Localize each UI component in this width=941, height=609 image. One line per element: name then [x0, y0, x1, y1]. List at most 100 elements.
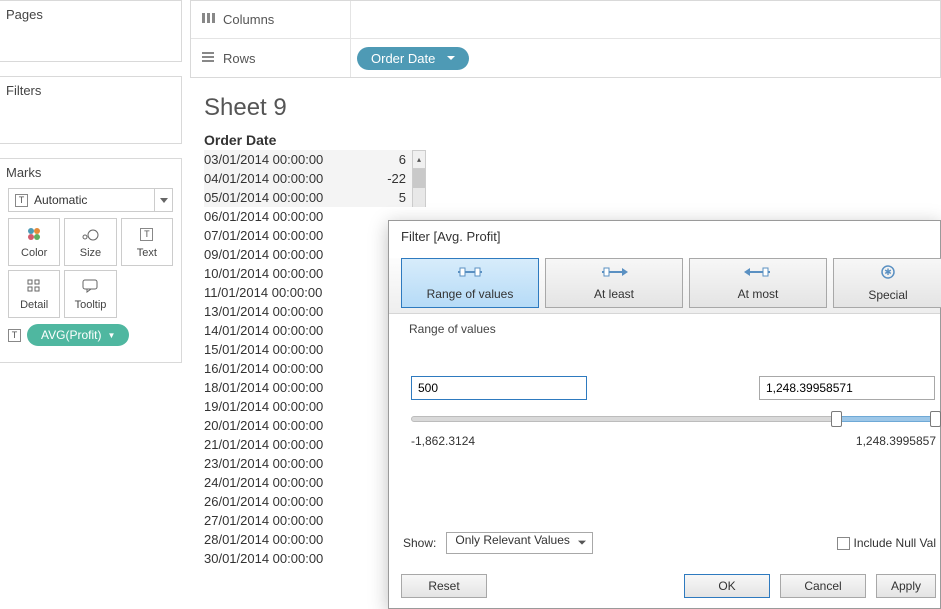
marks-card: Marks T Automatic Color Size [0, 158, 182, 363]
mark-button-label: Text [137, 247, 157, 259]
order-date-pill[interactable]: Order Date [357, 47, 469, 70]
date-cell[interactable]: 14/01/2014 00:00:00 [204, 321, 362, 340]
date-cell[interactable]: 18/01/2014 00:00:00 [204, 378, 362, 397]
cancel-button[interactable]: Cancel [780, 574, 866, 598]
tab-at-most[interactable]: At most [689, 258, 827, 308]
filters-title: Filters [0, 77, 181, 116]
at-least-icon [600, 266, 628, 281]
pages-shelf[interactable]: Pages [0, 0, 182, 62]
date-cell[interactable]: 03/01/2014 00:00:00 [204, 150, 362, 169]
date-cell[interactable]: 10/01/2014 00:00:00 [204, 264, 362, 283]
date-cell[interactable]: 15/01/2014 00:00:00 [204, 340, 362, 359]
date-cell[interactable]: 11/01/2014 00:00:00 [204, 283, 362, 302]
show-dropdown[interactable]: Only Relevant Values [446, 532, 593, 554]
mark-type-dropdown[interactable]: T Automatic [8, 188, 173, 212]
reset-button[interactable]: Reset [401, 574, 487, 598]
tab-label: At least [594, 287, 634, 301]
ok-button[interactable]: OK [684, 574, 770, 598]
mark-type-value: Automatic [34, 193, 87, 207]
scroll-track[interactable] [412, 188, 426, 207]
value-cell[interactable]: 5 [362, 188, 412, 207]
dialog-buttons: Reset OK Cancel Apply [401, 574, 936, 598]
sheet-title[interactable]: Sheet 9 [204, 90, 941, 132]
mark-button-label: Color [21, 247, 47, 259]
button-label: Reset [428, 579, 459, 593]
slider-handle-max[interactable] [930, 411, 941, 427]
avg-profit-pill[interactable]: AVG(Profit) ▼ [27, 324, 129, 346]
tab-label: Special [868, 288, 907, 302]
date-cell[interactable]: 26/01/2014 00:00:00 [204, 492, 362, 511]
checkbox-box [837, 537, 850, 550]
date-cell[interactable]: 27/01/2014 00:00:00 [204, 511, 362, 530]
text-mark-button[interactable]: T Text [121, 218, 173, 266]
show-value: Only Relevant Values [455, 533, 570, 547]
svg-text:✱: ✱ [884, 267, 892, 277]
column-header: Order Date [204, 132, 941, 150]
marks-title: Marks [0, 159, 181, 188]
date-cell[interactable]: 07/01/2014 00:00:00 [204, 226, 362, 245]
range-slider[interactable] [411, 408, 936, 432]
detail-mark-button[interactable]: Detail [8, 270, 60, 318]
filter-dialog: Filter [Avg. Profit] Range of values At … [388, 220, 941, 609]
section-label: Range of values [389, 314, 940, 352]
mark-button-label: Tooltip [75, 299, 107, 311]
min-value-input[interactable] [411, 376, 587, 400]
date-cell[interactable]: 19/01/2014 00:00:00 [204, 397, 362, 416]
tab-label: Range of values [427, 287, 514, 301]
date-cell[interactable]: 13/01/2014 00:00:00 [204, 302, 362, 321]
slider-handle-min[interactable] [831, 411, 842, 427]
chevron-down-icon: ▼ [107, 331, 115, 340]
button-label: Apply [891, 579, 921, 593]
color-mark-button[interactable]: Color [8, 218, 60, 266]
columns-label: Columns [223, 12, 274, 27]
mark-button-label: Size [80, 247, 101, 259]
date-cell[interactable]: 23/01/2014 00:00:00 [204, 454, 362, 473]
tooltip-icon [82, 277, 98, 295]
tooltip-mark-button[interactable]: Tooltip [64, 270, 116, 318]
rows-label: Rows [223, 51, 256, 66]
value-cell[interactable]: -22 [362, 169, 412, 188]
date-cell[interactable]: 05/01/2014 00:00:00 [204, 188, 362, 207]
date-cell[interactable]: 06/01/2014 00:00:00 [204, 207, 362, 226]
date-cell[interactable]: 30/01/2014 00:00:00 [204, 549, 362, 568]
detail-icon [27, 277, 41, 295]
date-cell[interactable]: 09/01/2014 00:00:00 [204, 245, 362, 264]
tab-special[interactable]: ✱ Special [833, 258, 941, 308]
range-slider-icon [456, 266, 484, 281]
apply-button[interactable]: Apply [876, 574, 936, 598]
value-cell[interactable]: 6 [362, 150, 412, 169]
date-cell[interactable]: 28/01/2014 00:00:00 [204, 530, 362, 549]
scroll-up-arrow[interactable]: ▴ [412, 150, 426, 169]
range-body: -1,862.3124 1,248.3995857 [389, 352, 940, 502]
dialog-title: Filter [Avg. Profit] [389, 221, 940, 258]
tab-label: At most [738, 287, 779, 301]
left-sidebar: Pages Filters Marks T Automatic Color [0, 0, 182, 609]
rows-shelf[interactable]: Rows Order Date [191, 39, 940, 77]
date-cell[interactable]: 20/01/2014 00:00:00 [204, 416, 362, 435]
mark-button-label: Detail [20, 299, 48, 311]
filters-shelf[interactable]: Filters [0, 76, 182, 144]
date-cell[interactable]: 16/01/2014 00:00:00 [204, 359, 362, 378]
pages-title: Pages [0, 1, 181, 40]
show-row: Show: Only Relevant Values Include Null … [403, 532, 936, 554]
special-icon: ✱ [881, 265, 895, 282]
shelves: Columns Rows Order Date [190, 0, 941, 78]
slider-fill [836, 416, 936, 422]
scroll-thumb[interactable] [412, 169, 426, 188]
tab-at-least[interactable]: At least [545, 258, 683, 308]
color-icon [26, 225, 42, 243]
columns-shelf[interactable]: Columns [191, 1, 940, 39]
rows-icon [201, 50, 215, 67]
tab-range-of-values[interactable]: Range of values [401, 258, 539, 308]
date-cell[interactable]: 24/01/2014 00:00:00 [204, 473, 362, 492]
range-min-label: -1,862.3124 [411, 434, 475, 448]
show-label: Show: [403, 536, 436, 550]
date-cell[interactable]: 04/01/2014 00:00:00 [204, 169, 362, 188]
date-cell[interactable]: 21/01/2014 00:00:00 [204, 435, 362, 454]
text-mark-icon: T [15, 194, 28, 207]
button-label: OK [718, 579, 735, 593]
include-null-checkbox[interactable]: Include Null Val [837, 536, 937, 550]
max-value-input[interactable] [759, 376, 935, 400]
size-mark-button[interactable]: Size [64, 218, 116, 266]
button-label: Cancel [804, 579, 841, 593]
